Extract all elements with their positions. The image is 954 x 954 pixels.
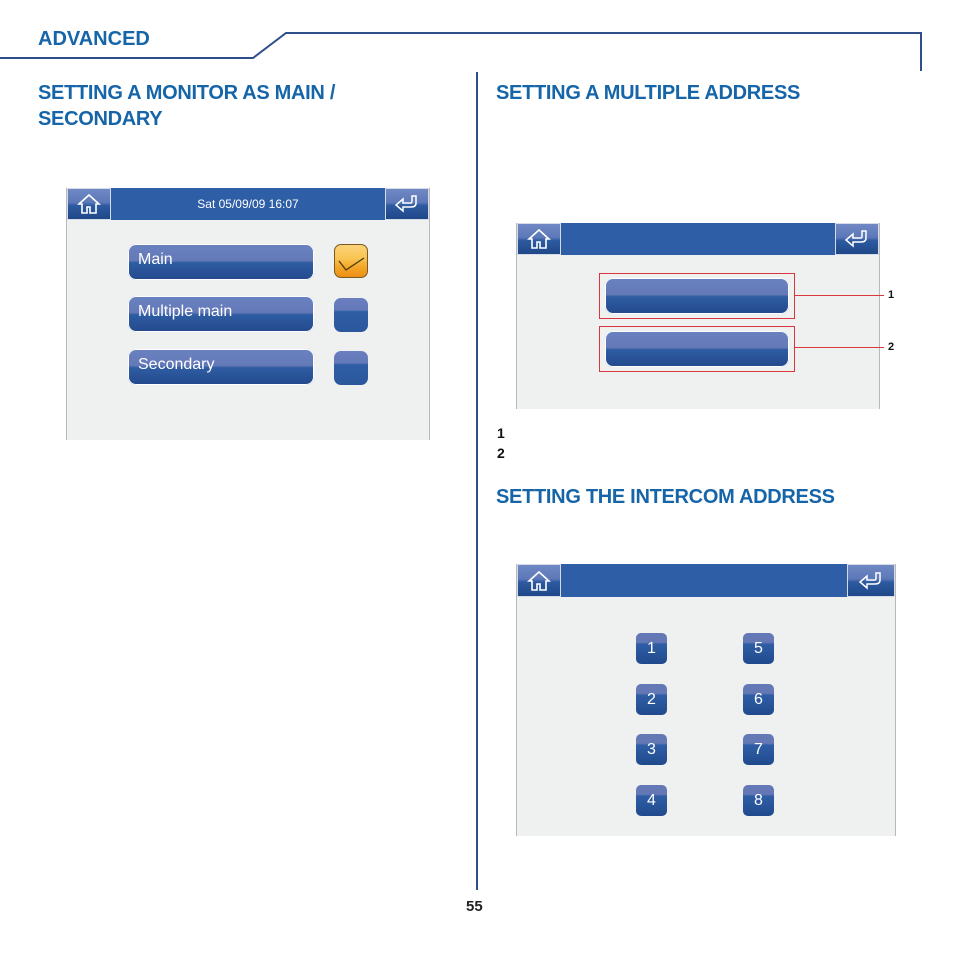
screen-top-bar	[517, 223, 879, 255]
home-button[interactable]	[67, 188, 111, 220]
back-button[interactable]	[385, 188, 429, 220]
intercom-key-8[interactable]: 8	[743, 785, 774, 816]
screen-top-bar	[517, 564, 895, 597]
section-heading-main-secondary: SETTING A MONITOR AS MAIN / SECONDARY	[38, 80, 458, 132]
legend-item-1: 1	[497, 425, 505, 441]
home-button[interactable]	[517, 564, 561, 597]
option-label: Main	[138, 251, 173, 268]
return-arrow-icon	[844, 230, 867, 248]
return-arrow-icon	[858, 571, 881, 590]
option-multiple-main-button[interactable]: Multiple main	[128, 296, 314, 332]
intercom-key-6[interactable]: 6	[743, 684, 774, 715]
option-main-checkbox[interactable]	[334, 244, 368, 278]
multiple-address-button-2[interactable]	[605, 331, 789, 367]
checkmark-icon	[338, 257, 365, 271]
callout-number-1: 1	[888, 289, 895, 301]
legend-item-2: 2	[497, 445, 505, 461]
option-multiple-main-checkbox[interactable]	[334, 298, 368, 332]
return-arrow-icon	[394, 195, 417, 213]
home-icon	[527, 228, 551, 249]
back-button[interactable]	[847, 564, 895, 597]
intercom-key-7[interactable]: 7	[743, 734, 774, 765]
monitor-screen-intercom-address: 1 2 3 4 5 6 7 8	[516, 564, 896, 836]
monitor-screen-multiple-address	[516, 223, 880, 409]
back-button[interactable]	[835, 223, 879, 255]
option-main-button[interactable]: Main	[128, 244, 314, 280]
column-divider	[476, 72, 478, 890]
callout-leader-2	[794, 347, 884, 348]
section-heading-intercom-address: SETTING THE INTERCOM ADDRESS	[496, 486, 835, 508]
home-icon	[77, 193, 101, 214]
callout-number-2: 2	[888, 341, 895, 353]
option-secondary-button[interactable]: Secondary	[128, 349, 314, 385]
option-secondary-checkbox[interactable]	[334, 351, 368, 385]
intercom-key-4[interactable]: 4	[636, 785, 667, 816]
intercom-key-2[interactable]: 2	[636, 684, 667, 715]
callout-leader-1	[794, 295, 884, 296]
option-label: Multiple main	[138, 303, 233, 320]
intercom-key-1[interactable]: 1	[636, 633, 667, 664]
intercom-key-3[interactable]: 3	[636, 734, 667, 765]
multiple-address-button-1[interactable]	[605, 278, 789, 314]
section-heading-multiple-address: SETTING A MULTIPLE ADDRESS	[496, 82, 801, 104]
option-label: Secondary	[138, 356, 215, 373]
home-button[interactable]	[517, 223, 561, 255]
chapter-title: ADVANCED	[38, 28, 150, 50]
screen-date-time: Sat 05/09/09 16:07	[197, 197, 299, 211]
home-icon	[527, 570, 551, 591]
intercom-key-5[interactable]: 5	[743, 633, 774, 664]
heading-line-1: SETTING A MONITOR AS MAIN /	[38, 82, 336, 104]
monitor-screen-main-secondary: Sat 05/09/09 16:07 Main Multiple main Se…	[66, 188, 430, 440]
heading-line-2: SECONDARY	[38, 108, 163, 130]
page-number: 55	[466, 898, 483, 915]
